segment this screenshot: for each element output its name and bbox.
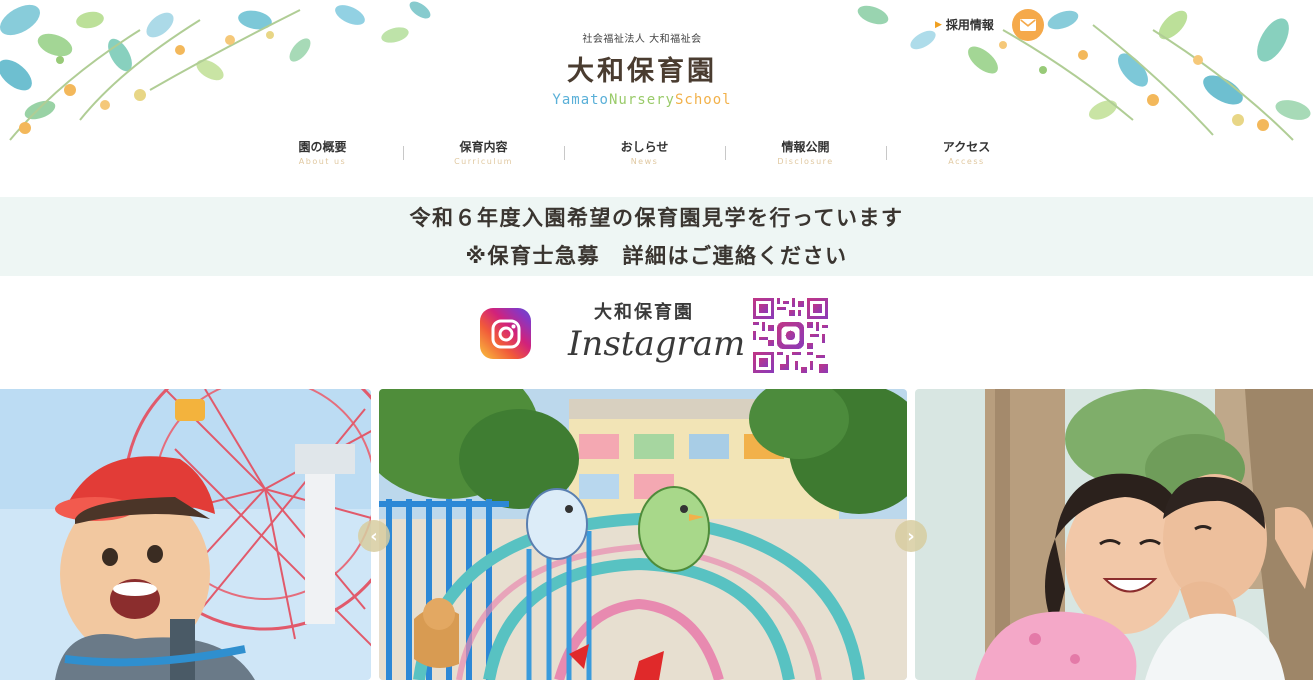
site-name-english-part: Yamato: [552, 92, 609, 108]
slide-boy-ferris-wheel: [0, 389, 371, 680]
site-header: 社会福祉法人 大和福祉会 大和保育園 Yamato Nursery School…: [0, 0, 1313, 190]
nav-item-sublabel: News: [630, 157, 659, 166]
nav-item-curriculum[interactable]: 保育内容 Curriculum: [403, 138, 564, 166]
site-name-english: Yamato Nursery School: [520, 92, 764, 108]
nav-item-about[interactable]: 園の概要 About us: [242, 138, 403, 166]
contact-mail-button[interactable]: [1012, 9, 1044, 41]
site-name-english-part: Nursery: [608, 92, 675, 108]
nav-item-label: 園の概要: [298, 140, 347, 154]
slider-next-button[interactable]: ›: [895, 520, 927, 552]
nav-item-sublabel: Curriculum: [454, 157, 513, 166]
nav-item-disclosure[interactable]: 情報公開 Disclosure: [725, 138, 886, 166]
foliage-decoration-left: [0, 1, 431, 141]
envelope-icon: [1020, 19, 1036, 31]
nav-item-label: 保育内容: [459, 140, 508, 154]
slider-prev-button[interactable]: ‹: [358, 520, 390, 552]
nav-item-news[interactable]: おしらせ News: [564, 138, 725, 166]
children-laughing-photo: [915, 389, 1313, 680]
nav-item-sublabel: About us: [298, 157, 347, 166]
nav-item-sublabel: Disclosure: [777, 157, 834, 166]
site-logo[interactable]: 社会福祉法人 大和福祉会 大和保育園 Yamato Nursery School: [520, 30, 764, 108]
recruit-link[interactable]: ▶ 採用情報: [935, 16, 994, 33]
nav-item-access[interactable]: アクセス Access: [886, 138, 1047, 166]
announcement-line-1: 令和６年度入園希望の保育園見学を行っています: [409, 206, 904, 230]
qr-code-icon[interactable]: [753, 298, 828, 373]
triangle-right-icon: ▶: [935, 19, 942, 30]
announcement-line-2: ※保育士急募 詳細はご連絡ください: [465, 244, 848, 268]
site-name-english-part: School: [675, 92, 732, 108]
nav-item-label: おしらせ: [620, 140, 669, 154]
nav-item-label: 情報公開: [781, 140, 830, 154]
slide-children-laughing: [915, 389, 1313, 680]
announcement-banner: 令和６年度入園希望の保育園見学を行っています ※保育士急募 詳細はご連絡ください: [0, 197, 1313, 276]
main-navigation: 園の概要 About us 保育内容 Curriculum おしらせ News …: [242, 138, 1047, 166]
nav-item-sublabel: Access: [948, 157, 985, 166]
foliage-decoration-right: [857, 5, 1311, 141]
instagram-title[interactable]: 大和保育園 Instagram: [568, 298, 746, 364]
boy-ferris-wheel-photo: [0, 389, 371, 680]
site-name: 大和保育園: [567, 56, 717, 87]
instagram-icon[interactable]: [480, 308, 531, 359]
corporation-name: 社会福祉法人 大和福祉会: [582, 34, 702, 45]
instagram-title-jp: 大和保育園: [594, 302, 694, 323]
photo-slider: ‹ ›: [0, 389, 1313, 680]
nav-item-label: アクセス: [942, 140, 991, 154]
slide-playground: [379, 389, 907, 680]
playground-arch-photo: [379, 389, 907, 680]
instagram-title-en: Instagram: [568, 324, 746, 364]
camera-icon: [491, 319, 520, 348]
recruit-label: 採用情報: [945, 18, 994, 32]
